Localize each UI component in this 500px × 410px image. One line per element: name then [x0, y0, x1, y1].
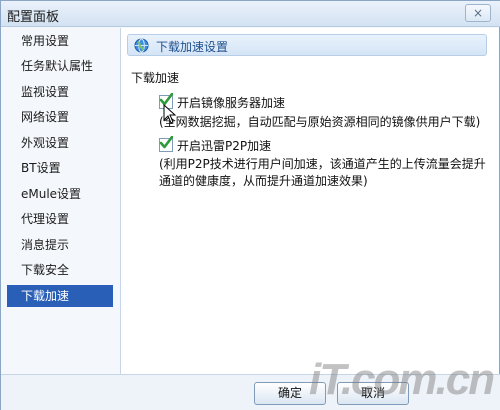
sidebar-item-emule-settings[interactable]: eMule设置: [7, 183, 113, 205]
sidebar-item-label: 监视设置: [21, 85, 70, 99]
p2p-accel-description-line2: 通道的健康度，从而提升通道加速效果): [159, 174, 368, 188]
content-header-title: 下载加速设置: [156, 40, 229, 54]
sidebar-item-common-settings[interactable]: 常用设置: [7, 30, 113, 52]
mouse-cursor-icon: [163, 104, 177, 124]
sidebar-item-monitor-settings[interactable]: 监视设置: [7, 81, 113, 103]
sidebar-item-label: eMule设置: [21, 187, 82, 201]
sidebar-item-label: 外观设置: [21, 136, 70, 150]
p2p-accel-label[interactable]: 开启迅雷P2P加速: [177, 137, 271, 154]
sidebar-item-network-settings[interactable]: 网络设置: [7, 106, 113, 128]
site-watermark: iT.com.cn: [309, 355, 495, 404]
sidebar-item-label: 消息提示: [21, 238, 70, 252]
window-title: 配置面板: [7, 10, 60, 25]
p2p-accel-checkbox[interactable]: [159, 136, 173, 152]
sidebar-item-proxy-settings[interactable]: 代理设置: [7, 208, 113, 230]
sidebar-item-appearance-settings[interactable]: 外观设置: [7, 132, 113, 154]
sidebar-item-message-alerts[interactable]: 消息提示: [7, 234, 113, 256]
close-button[interactable]: ×: [465, 4, 491, 22]
p2p-accel-description-line1: (利用P2P技术进行用户间加速，该通道产生的上传流量会提升: [159, 157, 486, 171]
sidebar-item-label: 代理设置: [21, 212, 70, 226]
sidebar-item-label: 网络设置: [21, 110, 70, 124]
sidebar-item-task-defaults[interactable]: 任务默认属性: [7, 55, 113, 77]
sidebar-item-label: 任务默认属性: [21, 59, 94, 73]
sidebar-item-label: 下载安全: [21, 263, 70, 277]
close-icon: ×: [472, 6, 484, 20]
mirror-accel-label[interactable]: 开启镜像服务器加速: [177, 94, 285, 111]
mirror-accel-description: (全网数据挖掘，自动匹配与原始资源相同的镜像供用户下载): [159, 115, 481, 129]
settings-content: 下载加速设置 下载加速 开启镜像服务器加速 (全网数据挖掘，自动匹配与原始资源相…: [120, 28, 499, 374]
sidebar-item-download-security[interactable]: 下载安全: [7, 259, 113, 281]
sidebar-item-label: BT设置: [21, 161, 61, 175]
content-header: 下载加速设置: [127, 34, 487, 56]
sidebar-item-download-acceleration[interactable]: 下载加速: [7, 285, 113, 307]
sidebar: 常用设置 任务默认属性 监视设置 网络设置 外观设置 BT设置 eMule设置 …: [1, 28, 119, 374]
sidebar-item-label: 常用设置: [21, 34, 70, 48]
config-panel-window: 配置面板 × 常用设置 任务默认属性 监视设置 网络设置 外观设置 BT设置 e…: [0, 0, 500, 410]
title-bar: 配置面板 ×: [1, 1, 500, 27]
globe-icon: [134, 38, 149, 53]
sidebar-item-bt-settings[interactable]: BT设置: [7, 157, 113, 179]
check-icon: [159, 136, 173, 149]
section-title: 下载加速: [131, 71, 180, 85]
sidebar-item-label: 下载加速: [21, 289, 70, 303]
